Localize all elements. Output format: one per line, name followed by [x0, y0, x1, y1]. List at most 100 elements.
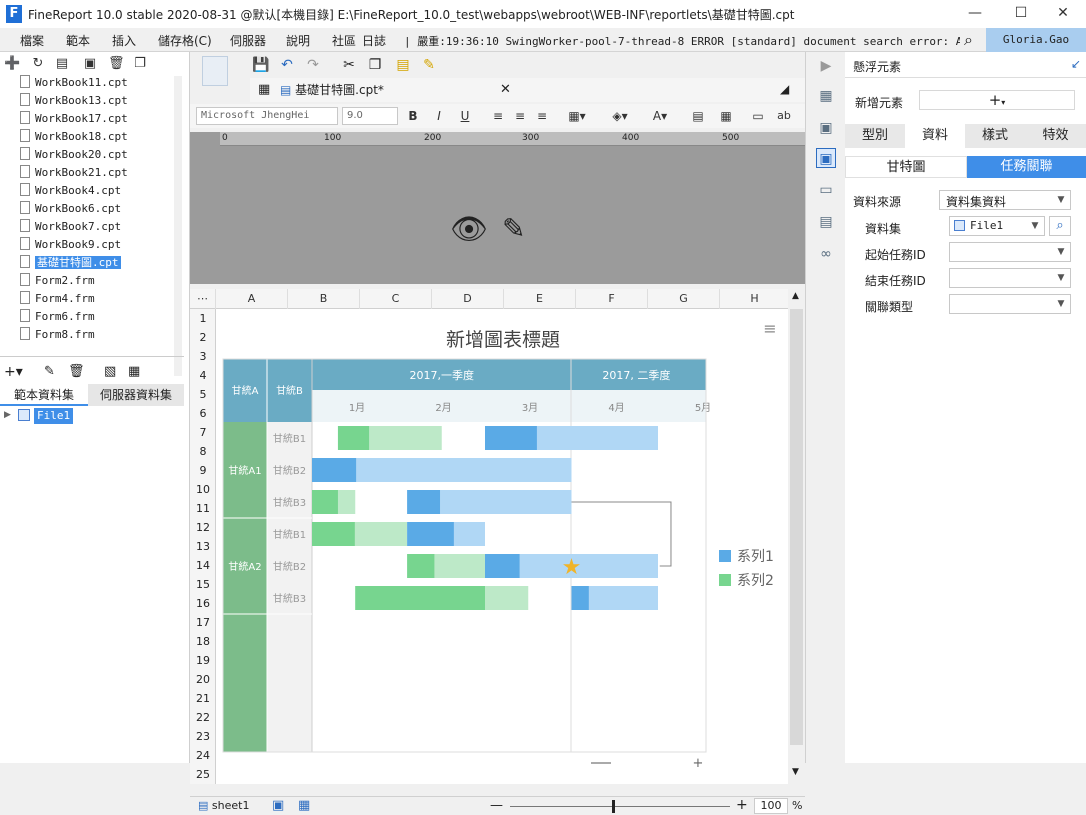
column-header-cell[interactable]: D: [432, 289, 504, 309]
zoom-input[interactable]: 100: [754, 798, 788, 814]
scroll-down-icon[interactable]: ▼: [792, 767, 799, 777]
close-button[interactable]: ✕: [1040, 0, 1086, 28]
zoom-slider[interactable]: [510, 806, 730, 807]
italic-button[interactable]: I: [432, 107, 446, 125]
format-painter-icon[interactable]: ✎: [420, 56, 438, 74]
tab-data[interactable]: 資料: [905, 124, 965, 148]
lock-icon[interactable]: ▣: [82, 56, 98, 72]
copy-icon[interactable]: ❐: [366, 56, 384, 74]
zoom-out-button[interactable]: —: [490, 798, 503, 813]
template-type-icon[interactable]: [202, 56, 228, 86]
column-header-cell[interactable]: A: [216, 289, 288, 309]
column-header-cell[interactable]: G: [648, 289, 720, 309]
file-item[interactable]: WorkBook9.cpt: [20, 236, 121, 254]
tab-server-dataset[interactable]: 伺服器資料集: [88, 384, 184, 406]
preview-icon[interactable]: ▧: [104, 364, 116, 379]
align-center-icon[interactable]: ≡: [512, 107, 528, 125]
widget-icon[interactable]: ▭: [816, 180, 836, 200]
save-icon[interactable]: 💾: [252, 56, 270, 74]
add-sheet-icon[interactable]: ▣: [272, 798, 284, 813]
file-item[interactable]: 基礎甘特圖.cpt: [20, 254, 121, 272]
close-tab-icon[interactable]: ✕: [500, 82, 511, 97]
hyperlink-icon[interactable]: ∞: [816, 244, 836, 264]
font-size-select[interactable]: 9.0: [342, 107, 398, 125]
column-header-cell[interactable]: H: [720, 289, 790, 309]
paste-icon[interactable]: ▤: [394, 56, 412, 74]
merge-icon[interactable]: ▤: [690, 107, 706, 125]
row-header-cell[interactable]: 7: [190, 423, 216, 442]
row-header-cell[interactable]: 10: [190, 480, 216, 499]
file-item[interactable]: WorkBook13.cpt: [20, 92, 128, 110]
vertical-scrollbar[interactable]: ▲ ▼: [788, 289, 805, 784]
maximize-button[interactable]: ☐: [998, 0, 1044, 28]
float-element-icon[interactable]: ▣: [816, 148, 836, 168]
zoom-slider-thumb[interactable]: [612, 800, 615, 813]
open-icon[interactable]: ▤: [54, 56, 70, 72]
expand-icon[interactable]: ▶: [4, 410, 11, 420]
fill-color-icon[interactable]: ◈▾: [606, 107, 634, 125]
condition-icon[interactable]: ▣: [816, 118, 836, 138]
edit-pencil-icon[interactable]: ✎: [502, 212, 525, 245]
data-source-select[interactable]: 資料集資料 ▼: [939, 190, 1071, 210]
wrap-button[interactable]: ab: [776, 107, 792, 125]
row-header-cell[interactable]: 22: [190, 708, 216, 727]
row-header-cell[interactable]: 13: [190, 537, 216, 556]
search-icon[interactable]: ⌕: [1049, 216, 1071, 236]
copy-icon[interactable]: ❐: [132, 56, 148, 72]
file-item[interactable]: WorkBook7.cpt: [20, 218, 121, 236]
row-header-cell[interactable]: 1: [190, 309, 216, 328]
scroll-up-icon[interactable]: ▲: [792, 291, 799, 301]
menu-template[interactable]: 範本: [66, 32, 90, 49]
text-color-icon[interactable]: A▾: [646, 107, 674, 125]
hide-icon[interactable]: 👁: [450, 212, 488, 247]
file-item[interactable]: WorkBook20.cpt: [20, 146, 128, 164]
row-header-cell[interactable]: 24: [190, 746, 216, 765]
insert-icon[interactable]: ▭: [750, 107, 766, 125]
param-icon[interactable]: ▦: [128, 364, 140, 379]
select-all-corner[interactable]: ⋯: [190, 289, 216, 309]
column-header-cell[interactable]: C: [360, 289, 432, 309]
row-header-cell[interactable]: 20: [190, 670, 216, 689]
gantt-chart[interactable]: 新增圖表標題 ≡ 甘統A 甘統B 2017,一季度 2017, 二季度 1月 2月 3月 4月 5月…: [216, 309, 788, 784]
row-header-cell[interactable]: 3: [190, 347, 216, 366]
zoom-in-button[interactable]: +: [736, 797, 748, 813]
scroll-thumb[interactable]: [790, 309, 803, 745]
row-header-cell[interactable]: 2: [190, 328, 216, 347]
subtab-task-link[interactable]: 任務關聯: [967, 156, 1086, 178]
new-folder-icon[interactable]: ➕: [4, 56, 20, 72]
column-header-cell[interactable]: F: [576, 289, 648, 309]
minimize-button[interactable]: —: [952, 0, 998, 28]
refresh-icon[interactable]: ↻: [30, 56, 46, 72]
menu-help[interactable]: 說明: [286, 32, 310, 49]
row-header-cell[interactable]: 4: [190, 366, 216, 385]
bold-button[interactable]: B: [406, 107, 420, 125]
file-item[interactable]: WorkBook17.cpt: [20, 110, 128, 128]
tab-menu-icon[interactable]: ◢: [780, 82, 789, 96]
row-header-cell[interactable]: 16: [190, 594, 216, 613]
user-name[interactable]: Gloria.Gao: [986, 28, 1086, 52]
file-item[interactable]: WorkBook11.cpt: [20, 74, 128, 92]
redo-icon[interactable]: ↷: [304, 56, 322, 74]
row-header-cell[interactable]: 15: [190, 575, 216, 594]
add-element-button[interactable]: +▾: [919, 90, 1075, 110]
row-header-cell[interactable]: 23: [190, 727, 216, 746]
border-icon[interactable]: ▦▾: [566, 107, 588, 125]
menu-file[interactable]: 檔案: [20, 32, 44, 49]
menu-server[interactable]: 伺服器: [230, 32, 266, 49]
subtab-gantt[interactable]: 甘特圖: [845, 156, 967, 178]
file-item[interactable]: Form4.frm: [20, 290, 95, 308]
editor-tab[interactable]: ▤ 基礎甘特圖.cpt*: [280, 81, 384, 98]
add-form-sheet-icon[interactable]: ▦: [298, 798, 310, 813]
undo-icon[interactable]: ↶: [278, 56, 296, 74]
row-header-cell[interactable]: 18: [190, 632, 216, 651]
edit-icon[interactable]: ✎: [44, 364, 55, 379]
tab-effect[interactable]: 特效: [1025, 124, 1086, 148]
file-item[interactable]: WorkBook21.cpt: [20, 164, 128, 182]
underline-button[interactable]: U: [458, 107, 472, 125]
menu-community[interactable]: 社區: [332, 32, 356, 49]
worksheet[interactable]: 新增圖表標題 ≡ 甘統A 甘統B 2017,一季度 2017, 二季度 1月 2月 3月 4月 5月…: [216, 309, 788, 784]
collapse-panel-icon[interactable]: ↙: [1071, 57, 1081, 71]
file-item[interactable]: WorkBook4.cpt: [20, 182, 121, 200]
row-header-cell[interactable]: 6: [190, 404, 216, 423]
file-item[interactable]: WorkBook18.cpt: [20, 128, 128, 146]
